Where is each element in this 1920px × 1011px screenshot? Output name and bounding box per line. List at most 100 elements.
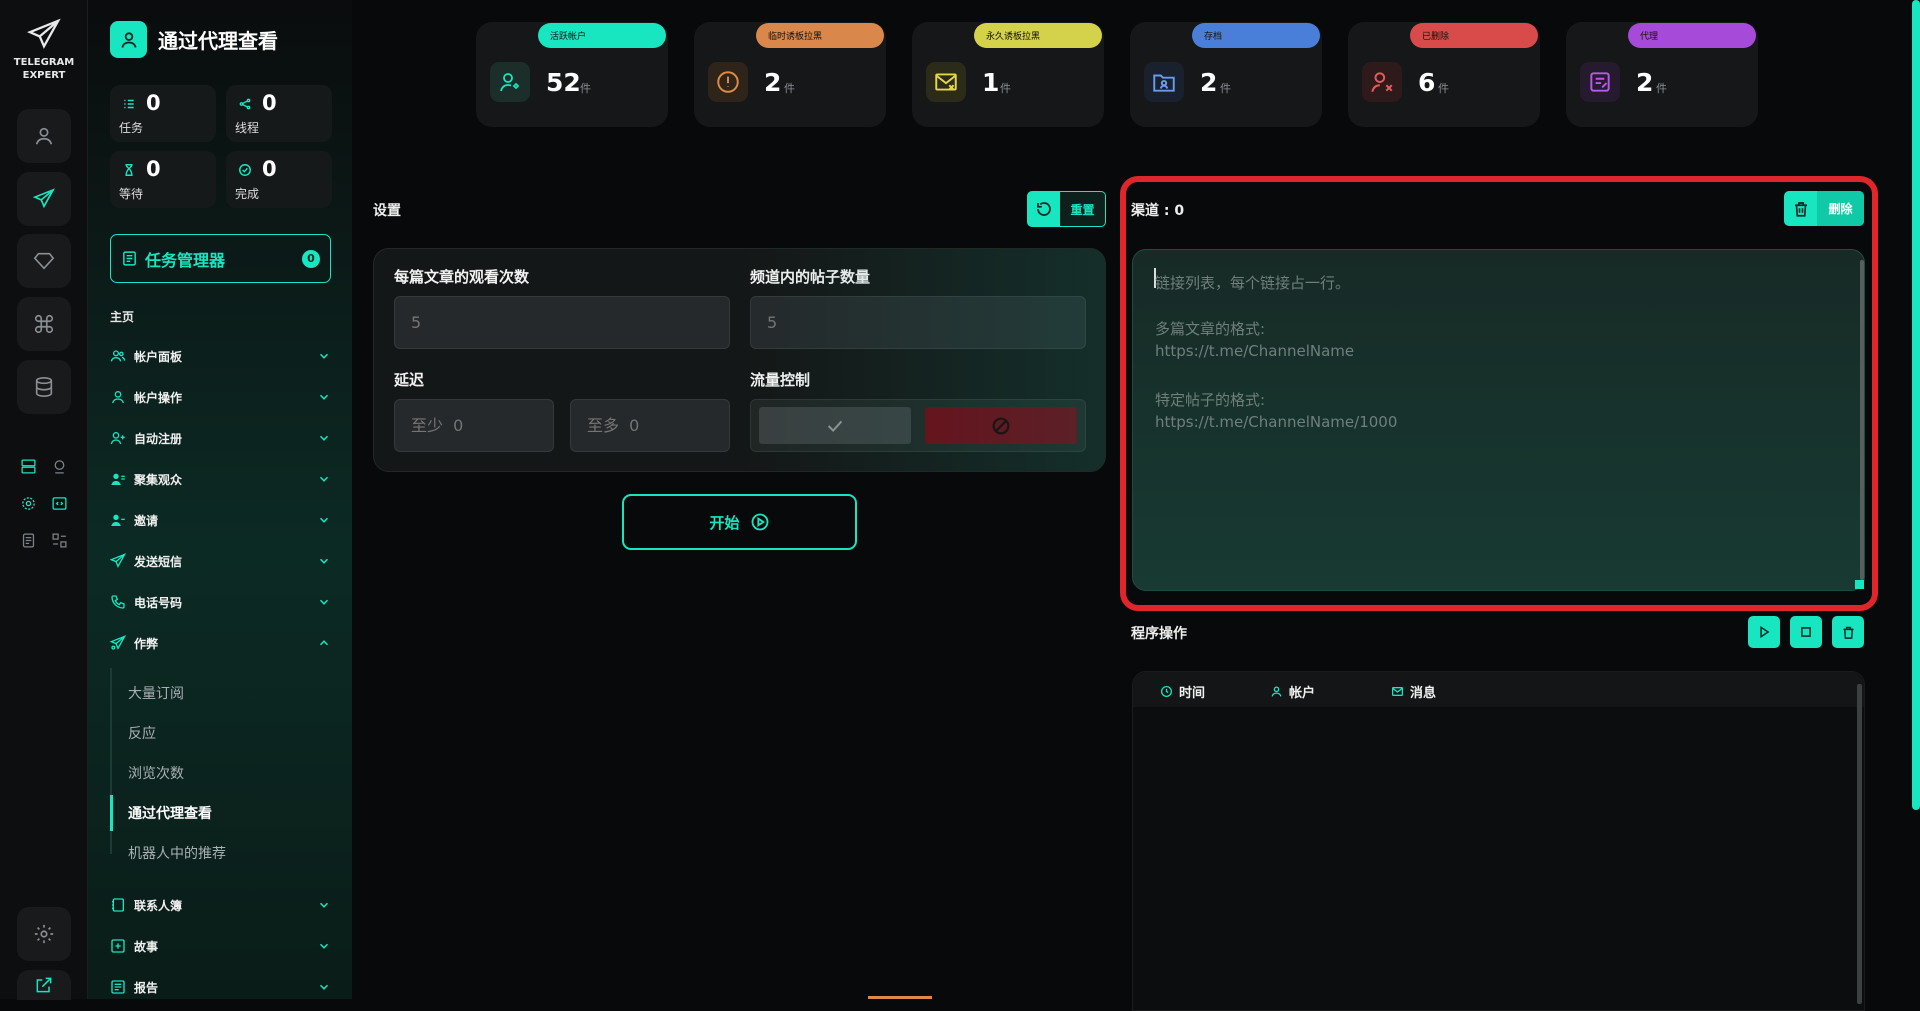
card-unit: 件 (1220, 82, 1231, 95)
sub-mass-subscribe[interactable]: 大量订阅 (128, 683, 184, 703)
card-deleted[interactable]: 已删除 6 件 (1348, 22, 1540, 127)
page-title: 通过代理查看 (158, 29, 278, 53)
rail-diamond-button[interactable] (17, 234, 71, 288)
page-scrollbar[interactable] (1912, 0, 1920, 810)
nav-label: 邀请 (134, 513, 159, 528)
send-icon (33, 188, 55, 209)
sub-views[interactable]: 浏览次数 (128, 763, 184, 783)
flow-on-button[interactable] (759, 407, 911, 444)
col-account[interactable]: 帐户 (1270, 682, 1315, 701)
command-icon (34, 314, 54, 334)
submenu-active-marker (110, 795, 113, 831)
nav-label: 联系人簿 (134, 898, 183, 913)
card-tag: 临时诱板拉黑 (756, 23, 884, 48)
rail-settings-button[interactable] (17, 907, 71, 961)
nav-stories[interactable]: 故事 (110, 934, 331, 958)
card-temp-blocked[interactable]: 临时诱板拉黑 2 件 (694, 22, 886, 127)
reset-label: 重置 (1060, 192, 1105, 226)
start-button[interactable]: 开始 (622, 494, 857, 550)
mini-code-button[interactable] (48, 492, 70, 514)
icon-rail: TELEGRAM EXPERT (0, 0, 88, 1000)
logo-line1: TELEGRAM (13, 57, 75, 68)
card-active-accounts[interactable]: 活跃帐户 52 件 (476, 22, 668, 127)
flow-off-button[interactable] (925, 407, 1077, 444)
posts-in-channel-input[interactable] (750, 296, 1086, 349)
chevron-down-icon (317, 554, 331, 568)
notes-icon (22, 532, 34, 548)
check-icon (827, 420, 843, 432)
nav-gather-audience[interactable]: 聚集观众 (110, 467, 331, 491)
stat-label: 等待 (119, 187, 144, 201)
send-icon (110, 553, 128, 569)
log-title: 程序操作 (1131, 626, 1187, 642)
trash-icon (1843, 626, 1853, 639)
log-scrollbar[interactable] (1857, 684, 1862, 1004)
nav-reports[interactable]: 报告 (110, 975, 331, 999)
list-icon (122, 97, 136, 111)
settings-icon (34, 924, 54, 944)
log-play-button[interactable] (1748, 616, 1780, 648)
sub-reactions[interactable]: 反应 (128, 723, 156, 743)
rail-external-button[interactable] (17, 970, 71, 1000)
database-icon (35, 377, 53, 397)
reset-button[interactable]: 重置 (1027, 191, 1106, 227)
highlight-box (1120, 176, 1878, 611)
card-perm-blocked[interactable]: 永久诱板拉黑 1 件 (912, 22, 1104, 127)
views-per-post-input[interactable] (394, 296, 730, 349)
stat-value: 0 (262, 157, 277, 181)
nav-contacts[interactable]: 联系人簿 (110, 893, 331, 917)
task-manager-label: 任务管理器 (145, 250, 226, 270)
mini-db-button[interactable] (17, 455, 39, 477)
stat-label: 任务 (119, 121, 144, 135)
col-account-label: 帐户 (1289, 686, 1316, 701)
col-message-label: 消息 (1410, 686, 1437, 701)
mini-notes-button[interactable] (17, 529, 39, 551)
nav-phone-numbers[interactable]: 电话号码 (110, 590, 331, 614)
nav-invite[interactable]: 邀请 (110, 508, 331, 532)
card-tag: 永久诱板拉黑 (974, 23, 1102, 48)
mini-settings-button[interactable] (17, 492, 39, 514)
rail-send-button[interactable] (17, 172, 71, 226)
settings-title: 设置 (373, 203, 401, 219)
mini-location-button[interactable] (48, 455, 70, 477)
views-per-post-label: 每篇文章的观看次数 (394, 268, 530, 286)
nav-label: 电话号码 (134, 595, 183, 610)
nav-auto-register[interactable]: 自动注册 (110, 426, 331, 450)
card-proxy[interactable]: 代理 2 件 (1566, 22, 1758, 127)
start-label: 开始 (709, 513, 740, 532)
delay-min-input[interactable] (394, 399, 554, 452)
card-value: 1 (982, 68, 1000, 97)
nav-cheat[interactable]: 作弊 (110, 631, 331, 655)
log-clear-button[interactable] (1832, 616, 1864, 648)
stat-done: 0 完成 (226, 151, 332, 208)
col-message[interactable]: 消息 (1391, 682, 1436, 701)
delay-max-input[interactable] (570, 399, 730, 452)
story-icon (110, 938, 128, 954)
play-icon (1760, 625, 1770, 639)
card-value: 2 (764, 68, 782, 97)
log-stop-button[interactable] (1790, 616, 1822, 648)
rail-accounts-button[interactable] (17, 109, 71, 163)
sub-bot-referrals[interactable]: 机器人中的推荐 (128, 843, 226, 863)
rail-database-button[interactable] (17, 360, 71, 414)
task-manager-button[interactable]: 任务管理器 0 (110, 234, 331, 283)
chevron-down-icon (317, 390, 331, 404)
col-time[interactable]: 时间 (1160, 682, 1205, 701)
stat-tasks: 0 任务 (110, 85, 216, 142)
mini-grid-button[interactable] (48, 529, 70, 551)
log-table: 时间 帐户 消息 (1132, 671, 1865, 1011)
phone-icon (110, 594, 128, 610)
nav-account-panel[interactable]: 帐户面板 (110, 344, 331, 368)
user-heart-icon (490, 62, 530, 102)
stop-icon (1801, 627, 1811, 637)
nav-account-ops[interactable]: 帐户操作 (110, 385, 331, 409)
nav-send-sms[interactable]: 发送短信 (110, 549, 331, 573)
chevron-down-icon (317, 431, 331, 445)
rail-command-button[interactable] (17, 297, 71, 351)
sub-view-via-proxy[interactable]: 通过代理查看 (128, 803, 212, 823)
card-archived[interactable]: 存档 2 件 (1130, 22, 1322, 127)
task-manager-icon (123, 251, 136, 266)
card-value: 52 (546, 68, 581, 97)
col-time-label: 时间 (1179, 686, 1206, 701)
location-user-icon (54, 459, 64, 474)
